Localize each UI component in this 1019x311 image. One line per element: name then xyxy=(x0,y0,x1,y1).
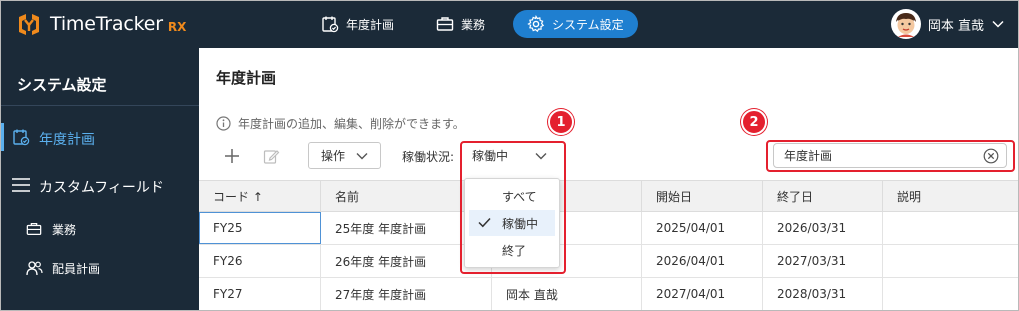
sidebar-item-staffing-plan[interactable]: 配員計画 xyxy=(1,255,199,281)
sidebar-item-business[interactable]: 業務 xyxy=(1,216,199,242)
cell-description[interactable] xyxy=(883,212,1018,244)
active-indicator xyxy=(1,123,4,151)
cell-code[interactable]: FY27 xyxy=(199,278,321,310)
cell-description[interactable] xyxy=(883,245,1018,277)
sidebar-divider xyxy=(1,105,199,106)
top-bar: TimeTracker RX 年度計画 業務 システム設定 岡本 直哉 xyxy=(1,1,1018,48)
info-text: 年度計画の追加、編集、削除ができます。 xyxy=(238,117,465,131)
chevron-down-icon xyxy=(356,153,368,160)
annotation-highlight-search xyxy=(766,140,1015,172)
page-title: 年度計画 xyxy=(216,69,277,87)
info-icon xyxy=(216,116,231,131)
table-header: コード ↑ 名前 開始日 終了日 説明 xyxy=(199,180,1018,212)
cell-end-date[interactable]: 2027/03/31 xyxy=(763,245,883,277)
add-button[interactable] xyxy=(221,145,243,167)
column-header-start-date[interactable]: 開始日 xyxy=(642,181,763,212)
sidebar-item-label: 配員計画 xyxy=(52,262,101,276)
hamburger-icon xyxy=(12,178,30,192)
cell-end-date[interactable]: 2028/03/31 xyxy=(763,278,883,310)
nav-business[interactable]: 業務 xyxy=(422,10,499,38)
cell-code[interactable]: FY26 xyxy=(199,245,321,277)
cell-end-date[interactable]: 2026/03/31 xyxy=(763,212,883,244)
nav-business-label: 業務 xyxy=(461,17,486,32)
column-header-end-date[interactable]: 終了日 xyxy=(763,181,883,212)
annotation-highlight-status xyxy=(460,141,566,274)
edit-button[interactable] xyxy=(260,145,282,167)
chevron-down-icon xyxy=(992,20,1004,28)
nav-annual-plan-label: 年度計画 xyxy=(346,17,395,32)
app-suffix: RX xyxy=(167,19,187,34)
app-window: TimeTracker RX 年度計画 業務 システム設定 岡本 直哉 システム… xyxy=(0,0,1019,311)
calendar-check-icon xyxy=(13,129,30,146)
column-header-code[interactable]: コード ↑ xyxy=(199,181,321,212)
table-row[interactable]: FY25 25年度 年度計画 2025/04/01 2026/03/31 xyxy=(199,212,1018,245)
logo-mark-icon xyxy=(19,14,39,35)
sidebar-item-label: 年度計画 xyxy=(39,132,95,148)
sidebar-item-label: カスタムフィールド xyxy=(39,180,164,196)
annotation-badge-1: 1 xyxy=(548,109,574,135)
nav-system-settings[interactable]: システム設定 xyxy=(513,10,638,38)
nav-annual-plan[interactable]: 年度計画 xyxy=(307,10,408,38)
cell-description[interactable] xyxy=(883,278,1018,310)
main-panel: 年度計画 年度計画の追加、編集、削除ができます。 操作 稼働状況: 稼働中 年度… xyxy=(199,48,1018,310)
table-row[interactable]: FY26 26年度 年度計画 2026/04/01 2027/03/31 xyxy=(199,245,1018,278)
plus-icon xyxy=(225,149,239,163)
user-name: 岡本 直哉 xyxy=(927,18,984,34)
sidebar: システム設定 年度計画 カスタムフィールド 業務 配員計画 xyxy=(1,48,199,310)
calendar-check-icon xyxy=(322,16,339,33)
user-menu[interactable]: 岡本 直哉 xyxy=(890,9,1004,39)
sidebar-item-label: 業務 xyxy=(52,223,77,237)
cell-name[interactable]: 27年度 年度計画 xyxy=(321,278,492,310)
cell-start-date[interactable]: 2025/04/01 xyxy=(642,212,763,244)
info-message: 年度計画の追加、編集、削除ができます。 xyxy=(216,115,465,132)
edit-icon xyxy=(263,149,279,164)
cell-code[interactable]: FY25 xyxy=(199,212,321,244)
table-row[interactable]: FY27 27年度 年度計画 岡本 直哉 2027/04/01 2028/03/… xyxy=(199,278,1018,310)
app-logo[interactable]: TimeTracker RX xyxy=(16,10,186,38)
operation-label: 操作 xyxy=(321,149,346,163)
column-header-description[interactable]: 説明 xyxy=(883,181,1018,212)
cell-owner[interactable]: 岡本 直哉 xyxy=(492,278,642,310)
sidebar-item-annual-plan[interactable]: 年度計画 xyxy=(1,123,199,151)
cell-start-date[interactable]: 2027/04/01 xyxy=(642,278,763,310)
sidebar-item-custom-field[interactable]: カスタムフィールド xyxy=(1,171,199,199)
annotation-badge-2: 2 xyxy=(741,109,767,135)
nav-system-settings-label: システム設定 xyxy=(552,17,624,32)
avatar xyxy=(890,9,921,39)
status-label: 稼働状況: xyxy=(402,150,455,164)
operation-dropdown-button[interactable]: 操作 xyxy=(308,142,381,169)
briefcase-icon xyxy=(436,17,454,31)
briefcase-icon xyxy=(26,223,42,235)
cell-start-date[interactable]: 2026/04/01 xyxy=(642,245,763,277)
sidebar-title: システム設定 xyxy=(17,76,107,94)
people-icon xyxy=(26,261,43,276)
gear-icon xyxy=(527,15,545,33)
app-name: TimeTracker xyxy=(50,13,163,35)
